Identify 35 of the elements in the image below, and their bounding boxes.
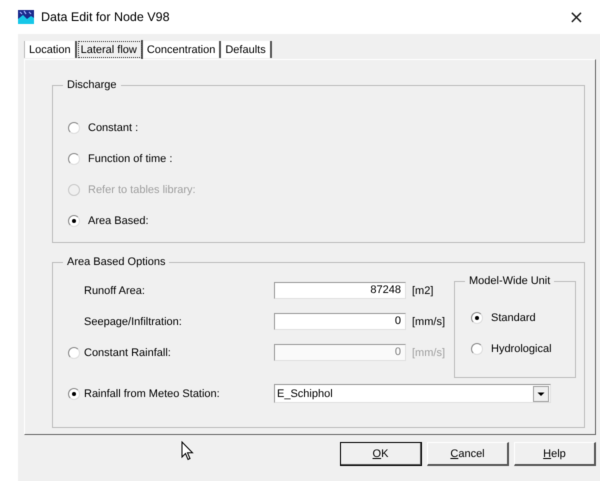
station-dropdown[interactable]: E_Schiphol (274, 384, 551, 403)
dialog-button[interactable]: OK (340, 442, 422, 466)
field-label: Seepage/Infiltration: (84, 316, 183, 328)
radio-label: Hydrological (491, 342, 552, 354)
tab[interactable]: Lateral flow (76, 40, 143, 59)
unit-label: [mm/s] (412, 346, 445, 358)
tab[interactable]: Location (24, 41, 77, 58)
app-icon (18, 10, 34, 24)
radio-button[interactable] (68, 152, 80, 164)
field-label: Rainfall from Meteo Station: (84, 388, 221, 400)
dialog-button[interactable]: Cancel (427, 442, 509, 466)
radio-button[interactable] (68, 388, 80, 400)
unit-label: [m2] (412, 284, 434, 296)
mouse-pointer-icon (181, 441, 194, 461)
field-label: Constant Rainfall: (84, 346, 172, 358)
radio-label: Refer to tables library: (88, 184, 196, 196)
group-title: Area Based Options (63, 255, 170, 270)
window-title: Data Edit for Node V98 (41, 10, 170, 24)
input-field[interactable]: 0 (274, 313, 406, 330)
dialog-button[interactable]: Help (514, 442, 596, 466)
radio-button[interactable] (471, 342, 483, 354)
unit-label: [mm/s] (412, 316, 445, 328)
radio-label: Standard (491, 312, 536, 324)
group-title: Discharge (63, 78, 121, 93)
radio-button[interactable] (471, 312, 483, 324)
radio-button[interactable] (68, 122, 80, 134)
radio-button[interactable] (68, 214, 80, 226)
tab[interactable]: Defaults (221, 41, 272, 58)
radio-label: Area Based: (88, 214, 149, 226)
tab[interactable]: Concentration (142, 41, 222, 58)
field-label: Runoff Area: (84, 284, 146, 296)
radio-label: Constant : (88, 122, 138, 134)
close-button[interactable]: × (564, 6, 588, 28)
radio-label: Function of time : (88, 152, 172, 164)
input-field[interactable]: 87248 (274, 282, 406, 299)
